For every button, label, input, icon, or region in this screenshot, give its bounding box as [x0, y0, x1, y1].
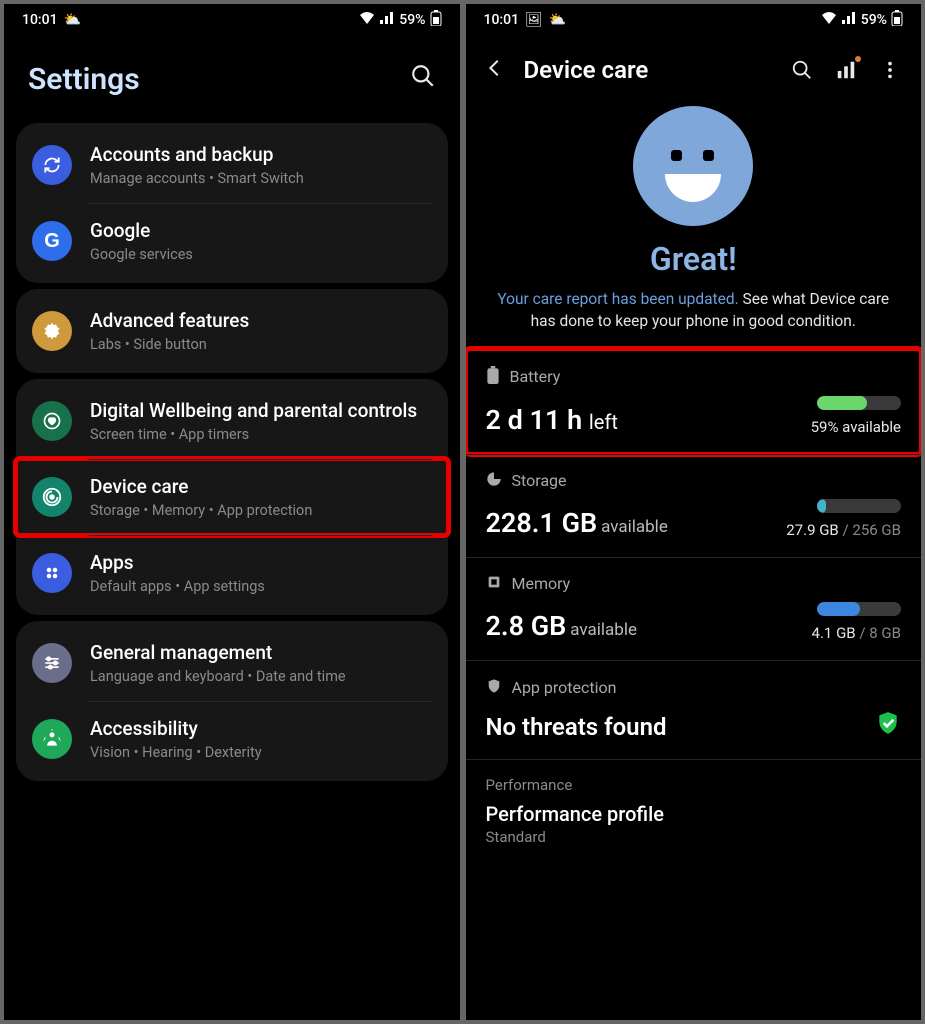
performance-profile-title: Performance profile — [486, 802, 902, 826]
row-subtitle: Manage accounts • Smart Switch — [90, 170, 432, 187]
row-subtitle: Labs • Side button — [90, 336, 432, 353]
row-title: Apps — [90, 551, 432, 574]
device-care-screen: 10:01 🖼 ⛅ 59% Device care — [466, 4, 922, 1020]
topbar: Device care — [466, 34, 922, 94]
battery-icon — [891, 10, 903, 30]
row-title: Accounts and backup — [90, 143, 432, 166]
settings-screen: 10:01 ⛅ 59% Settings Accounts and backup… — [4, 4, 460, 1020]
wifi-icon — [359, 11, 375, 29]
storage-used: 27.9 GB / 256 GB — [786, 521, 901, 539]
search-icon[interactable] — [410, 62, 436, 97]
battery-pct: 59% — [399, 12, 425, 28]
wifi-icon — [821, 11, 837, 29]
row-title: Advanced features — [90, 309, 432, 332]
performance-profile-value: Standard — [486, 828, 902, 846]
battery-icon — [486, 366, 500, 388]
page-title-row: Settings — [4, 34, 460, 117]
clock: 10:01 — [22, 12, 58, 28]
settings-row-google[interactable]: G Google Google services — [16, 203, 448, 279]
performance-section-label: Performance — [466, 759, 922, 800]
battery-icon — [430, 10, 442, 30]
settings-row-accessibility[interactable]: Accessibility Vision • Hearing • Dexterit… — [16, 701, 448, 777]
clock: 10:01 — [484, 12, 520, 28]
memory-available: 2.8 GBavailable — [486, 610, 637, 642]
row-subtitle: Vision • Hearing • Dexterity — [90, 744, 432, 761]
care-report-text: Your care report has been updated. See w… — [466, 278, 922, 349]
memory-label: Memory — [512, 574, 571, 593]
memory-icon — [486, 574, 502, 594]
signal-icon — [841, 11, 857, 29]
row-title: Digital Wellbeing and parental controls — [90, 399, 432, 422]
battery-pct: 59% — [861, 12, 887, 28]
settings-card: Accounts and backup Manage accounts • Sma… — [16, 123, 448, 283]
row-title: Device care — [90, 475, 432, 498]
heart-icon — [32, 401, 72, 441]
row-subtitle: Default apps • App settings — [90, 578, 432, 595]
storage-available: 228.1 GBavailable — [486, 507, 668, 539]
storage-card[interactable]: Storage 228.1 GBavailable 27.9 GB / 256 … — [466, 454, 922, 557]
app-protection-status: No threats found — [486, 713, 667, 741]
row-title: General management — [90, 641, 432, 664]
page-title: Device care — [524, 56, 772, 84]
settings-row-apps[interactable]: Apps Default apps • App settings — [16, 535, 448, 611]
spin-icon — [32, 477, 72, 517]
row-title: Google — [90, 219, 432, 242]
row-subtitle: Screen time • App timers — [90, 426, 432, 443]
weather-icon: ⛅ — [549, 12, 566, 28]
settings-row-general[interactable]: General management Language and keyboard … — [16, 625, 448, 701]
back-icon[interactable] — [484, 57, 506, 83]
shield-icon — [486, 677, 502, 699]
battery-label: Battery — [510, 367, 561, 386]
weather-icon: ⛅ — [64, 12, 81, 28]
status-bar: 10:01 🖼 ⛅ 59% — [466, 4, 922, 34]
row-subtitle: Storage • Memory • App protection — [90, 502, 432, 519]
storage-label: Storage — [512, 471, 567, 490]
memory-used: 4.1 GB / 8 GB — [812, 624, 901, 642]
storage-icon — [486, 471, 502, 491]
settings-list: Accounts and backup Manage accounts • Sma… — [4, 117, 460, 787]
app-protection-label: App protection — [512, 678, 617, 697]
sync-icon — [32, 145, 72, 185]
settings-card: Advanced features Labs • Side button — [16, 289, 448, 373]
battery-card[interactable]: Battery 2 d 11 h left 59% available — [466, 349, 922, 454]
settings-row-devicecare[interactable]: Device care Storage • Memory • App protec… — [16, 459, 448, 535]
gallery-icon: 🖼 — [525, 12, 543, 28]
page-title: Settings — [28, 62, 140, 97]
settings-row-accounts[interactable]: Accounts and backup Manage accounts • Sma… — [16, 127, 448, 203]
happy-face-icon — [633, 106, 753, 226]
status-summary: Great! Your care report has been updated… — [466, 94, 922, 349]
search-icon[interactable] — [789, 59, 815, 81]
memory-card[interactable]: Memory 2.8 GBavailable 4.1 GB / 8 GB — [466, 557, 922, 660]
shield-check-icon — [875, 709, 901, 741]
settings-row-advanced[interactable]: Advanced features Labs • Side button — [16, 293, 448, 369]
sliders-icon — [32, 643, 72, 683]
more-icon[interactable] — [877, 59, 903, 81]
row-subtitle: Google services — [90, 246, 432, 263]
settings-row-wellbeing[interactable]: Digital Wellbeing and parental controls S… — [16, 383, 448, 459]
history-icon[interactable] — [833, 59, 859, 81]
care-report-link[interactable]: Your care report has been updated. — [497, 290, 738, 308]
status-word: Great! — [466, 240, 922, 278]
performance-profile-row[interactable]: Performance profile Standard — [466, 800, 922, 864]
row-subtitle: Language and keyboard • Date and time — [90, 668, 432, 685]
gear-icon — [32, 311, 72, 351]
battery-available: 59% available — [811, 418, 901, 436]
app-protection-card[interactable]: App protection No threats found — [466, 660, 922, 759]
grid4-icon — [32, 553, 72, 593]
status-bar: 10:01 ⛅ 59% — [4, 4, 460, 34]
memory-progress — [817, 602, 901, 616]
storage-progress — [817, 499, 901, 513]
G-icon: G — [32, 221, 72, 261]
person-icon — [32, 719, 72, 759]
settings-card: General management Language and keyboard … — [16, 621, 448, 781]
signal-icon — [379, 11, 395, 29]
settings-card: Digital Wellbeing and parental controls S… — [16, 379, 448, 615]
battery-time: 2 d 11 h left — [486, 404, 618, 436]
row-title: Accessibility — [90, 717, 432, 740]
battery-progress — [817, 396, 901, 410]
